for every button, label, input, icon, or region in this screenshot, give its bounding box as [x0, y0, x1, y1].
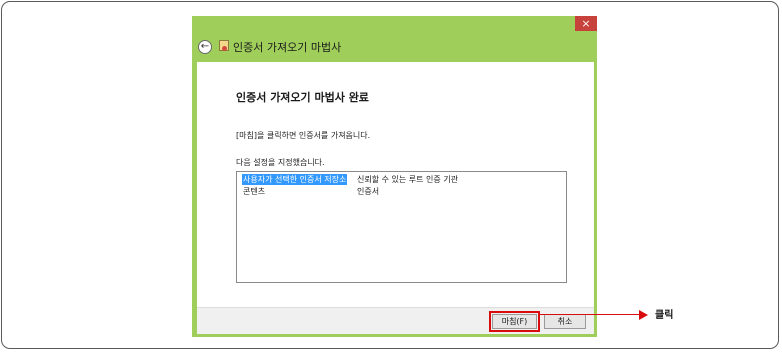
back-arrow-icon: ←: [200, 41, 210, 52]
cancel-button[interactable]: 취소: [544, 314, 586, 329]
click-callout-label: 클릭: [655, 310, 674, 321]
close-icon: ×: [581, 17, 591, 30]
close-button[interactable]: ×: [575, 16, 597, 31]
settings-list[interactable]: 사용자가 선택한 인증서 저장소 신뢰할 수 있는 루트 인증 기관 콘텐츠 인…: [236, 171, 567, 283]
window-title: 인증서 가져오기 마법사: [233, 41, 342, 54]
setting-value: 인증서: [357, 187, 380, 196]
page-heading: 인증서 가져오기 마법사 완료: [236, 91, 369, 104]
instruction-text: [마침]을 클릭하면 인증서를 가져옵니다.: [236, 131, 371, 140]
setting-key: 사용자가 선택한 인증서 저장소: [242, 174, 348, 185]
red-arrow-icon: [540, 314, 639, 315]
settings-label: 다음 설정을 지정했습니다.: [236, 158, 325, 167]
setting-key: 콘텐츠: [243, 187, 266, 196]
finish-highlight-box: [489, 311, 540, 332]
certificate-wizard-icon: [219, 40, 229, 51]
setting-value: 신뢰할 수 있는 루트 인증 기관: [357, 175, 459, 184]
back-button[interactable]: ←: [198, 40, 212, 54]
arrow-head-icon: [639, 310, 648, 320]
